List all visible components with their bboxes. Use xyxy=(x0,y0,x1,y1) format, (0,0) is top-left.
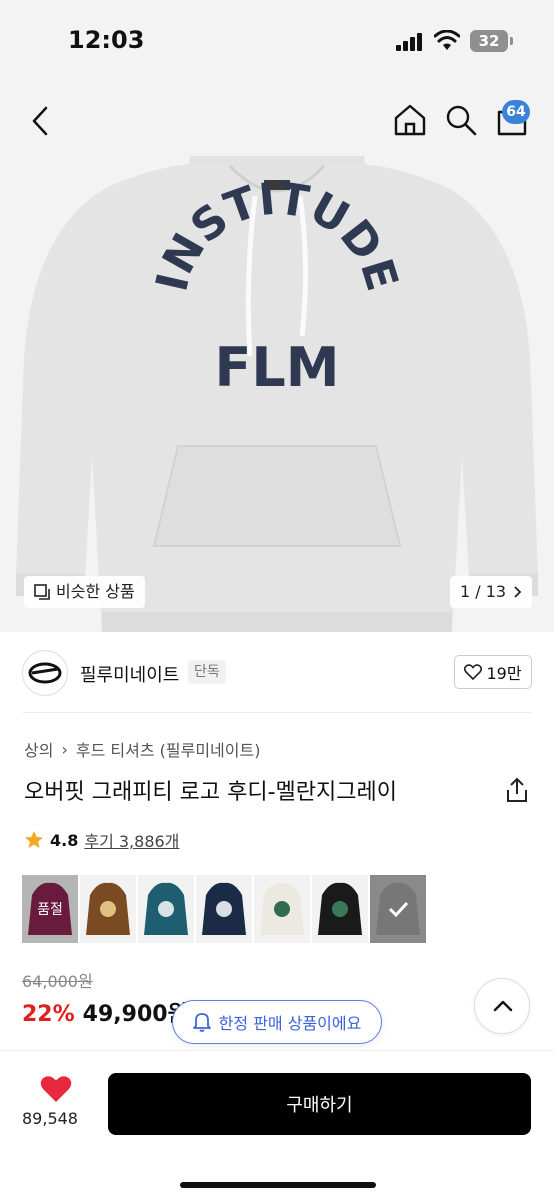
search-icon[interactable] xyxy=(444,102,478,138)
color-swatch[interactable] xyxy=(312,875,368,943)
wifi-icon xyxy=(434,30,460,50)
heart-outline-icon xyxy=(464,664,483,680)
price-row: 22% 49,900원 xyxy=(22,996,188,1028)
limited-sale-label: 한정 판매 상품이에요 xyxy=(218,1014,362,1033)
image-page-indicator[interactable]: 1 / 13 xyxy=(450,576,533,608)
wishlist-count: 89,548 xyxy=(22,1109,78,1128)
color-swatch[interactable] xyxy=(138,875,194,943)
chevron-up-icon xyxy=(493,1000,513,1012)
top-nav xyxy=(0,90,554,150)
review-link[interactable]: 후기 3,886개 xyxy=(84,828,179,852)
swatch-hoodie-image xyxy=(196,875,252,943)
swatch-hoodie-image xyxy=(370,875,426,943)
star-icon xyxy=(25,831,43,848)
divider xyxy=(22,712,532,713)
sold-out-label: 품절 xyxy=(22,875,78,943)
brand-name[interactable]: 필루미네이트 xyxy=(80,661,179,687)
breadcrumb-item[interactable]: 상의 xyxy=(24,737,53,761)
similar-products-label: 비슷한 상품 xyxy=(56,582,135,601)
color-swatch[interactable] xyxy=(254,875,310,943)
brand-logo-mark xyxy=(28,662,62,684)
status-time: 12:03 xyxy=(68,26,145,54)
bottom-action-bar: 89,548 구매하기 xyxy=(0,1050,554,1200)
buy-button[interactable]: 구매하기 xyxy=(108,1073,531,1135)
home-indicator xyxy=(180,1182,376,1188)
brand-like-button[interactable]: 19만 xyxy=(454,655,532,689)
color-swatch-selected[interactable] xyxy=(370,875,426,943)
home-icon[interactable] xyxy=(392,102,428,138)
svg-text:FLM: FLM xyxy=(214,336,339,399)
breadcrumb-item[interactable]: 후드 티셔츠 (필루미네이트) xyxy=(76,737,261,761)
heart-filled-icon xyxy=(40,1076,72,1102)
limited-sale-toast[interactable]: 한정 판매 상품이에요 xyxy=(172,1000,382,1044)
battery-icon: 32 xyxy=(470,30,513,52)
brand-row: 필루미네이트 단독 19만 xyxy=(0,640,554,706)
breadcrumb: 상의 › 후드 티셔츠 (필루미네이트) xyxy=(24,737,260,761)
signal-icon xyxy=(396,33,424,51)
bell-icon xyxy=(192,1013,211,1032)
scroll-to-top-button[interactable] xyxy=(474,978,530,1034)
color-swatch[interactable] xyxy=(80,875,136,943)
rating-row: 4.8 후기 3,886개 xyxy=(24,828,179,852)
similar-icon xyxy=(34,584,50,600)
color-swatches: 품절 xyxy=(22,875,426,943)
exclusive-badge: 단독 xyxy=(188,660,226,684)
similar-products-button[interactable]: 비슷한 상품 xyxy=(24,576,145,608)
back-icon[interactable] xyxy=(26,104,56,138)
breadcrumb-chevron-icon: › xyxy=(61,739,68,759)
cart-count-badge: 64 xyxy=(502,100,530,124)
share-icon[interactable] xyxy=(504,776,530,804)
swatch-hoodie-image xyxy=(138,875,194,943)
swatch-hoodie-image xyxy=(254,875,310,943)
original-price: 64,000원 xyxy=(22,972,93,991)
swatch-hoodie-image xyxy=(80,875,136,943)
chevron-right-icon xyxy=(514,586,522,598)
rating-score: 4.8 xyxy=(50,830,79,850)
brand-logo[interactable] xyxy=(22,650,68,696)
discount-rate: 22% xyxy=(22,1002,75,1027)
color-swatch[interactable]: 품절 xyxy=(22,875,78,943)
status-bar: 12:03 32 xyxy=(0,0,554,80)
brand-like-count: 19만 xyxy=(486,664,522,683)
color-swatch[interactable] xyxy=(196,875,252,943)
product-title: 오버핏 그래피티 로고 후디-멜란지그레이 xyxy=(24,780,397,805)
product-image[interactable]: INSTITUDE FLM xyxy=(0,156,554,632)
hoodie-illustration: INSTITUDE FLM xyxy=(16,156,538,632)
swatch-hoodie-image xyxy=(312,875,368,943)
page-indicator-text: 1 / 13 xyxy=(460,582,507,601)
